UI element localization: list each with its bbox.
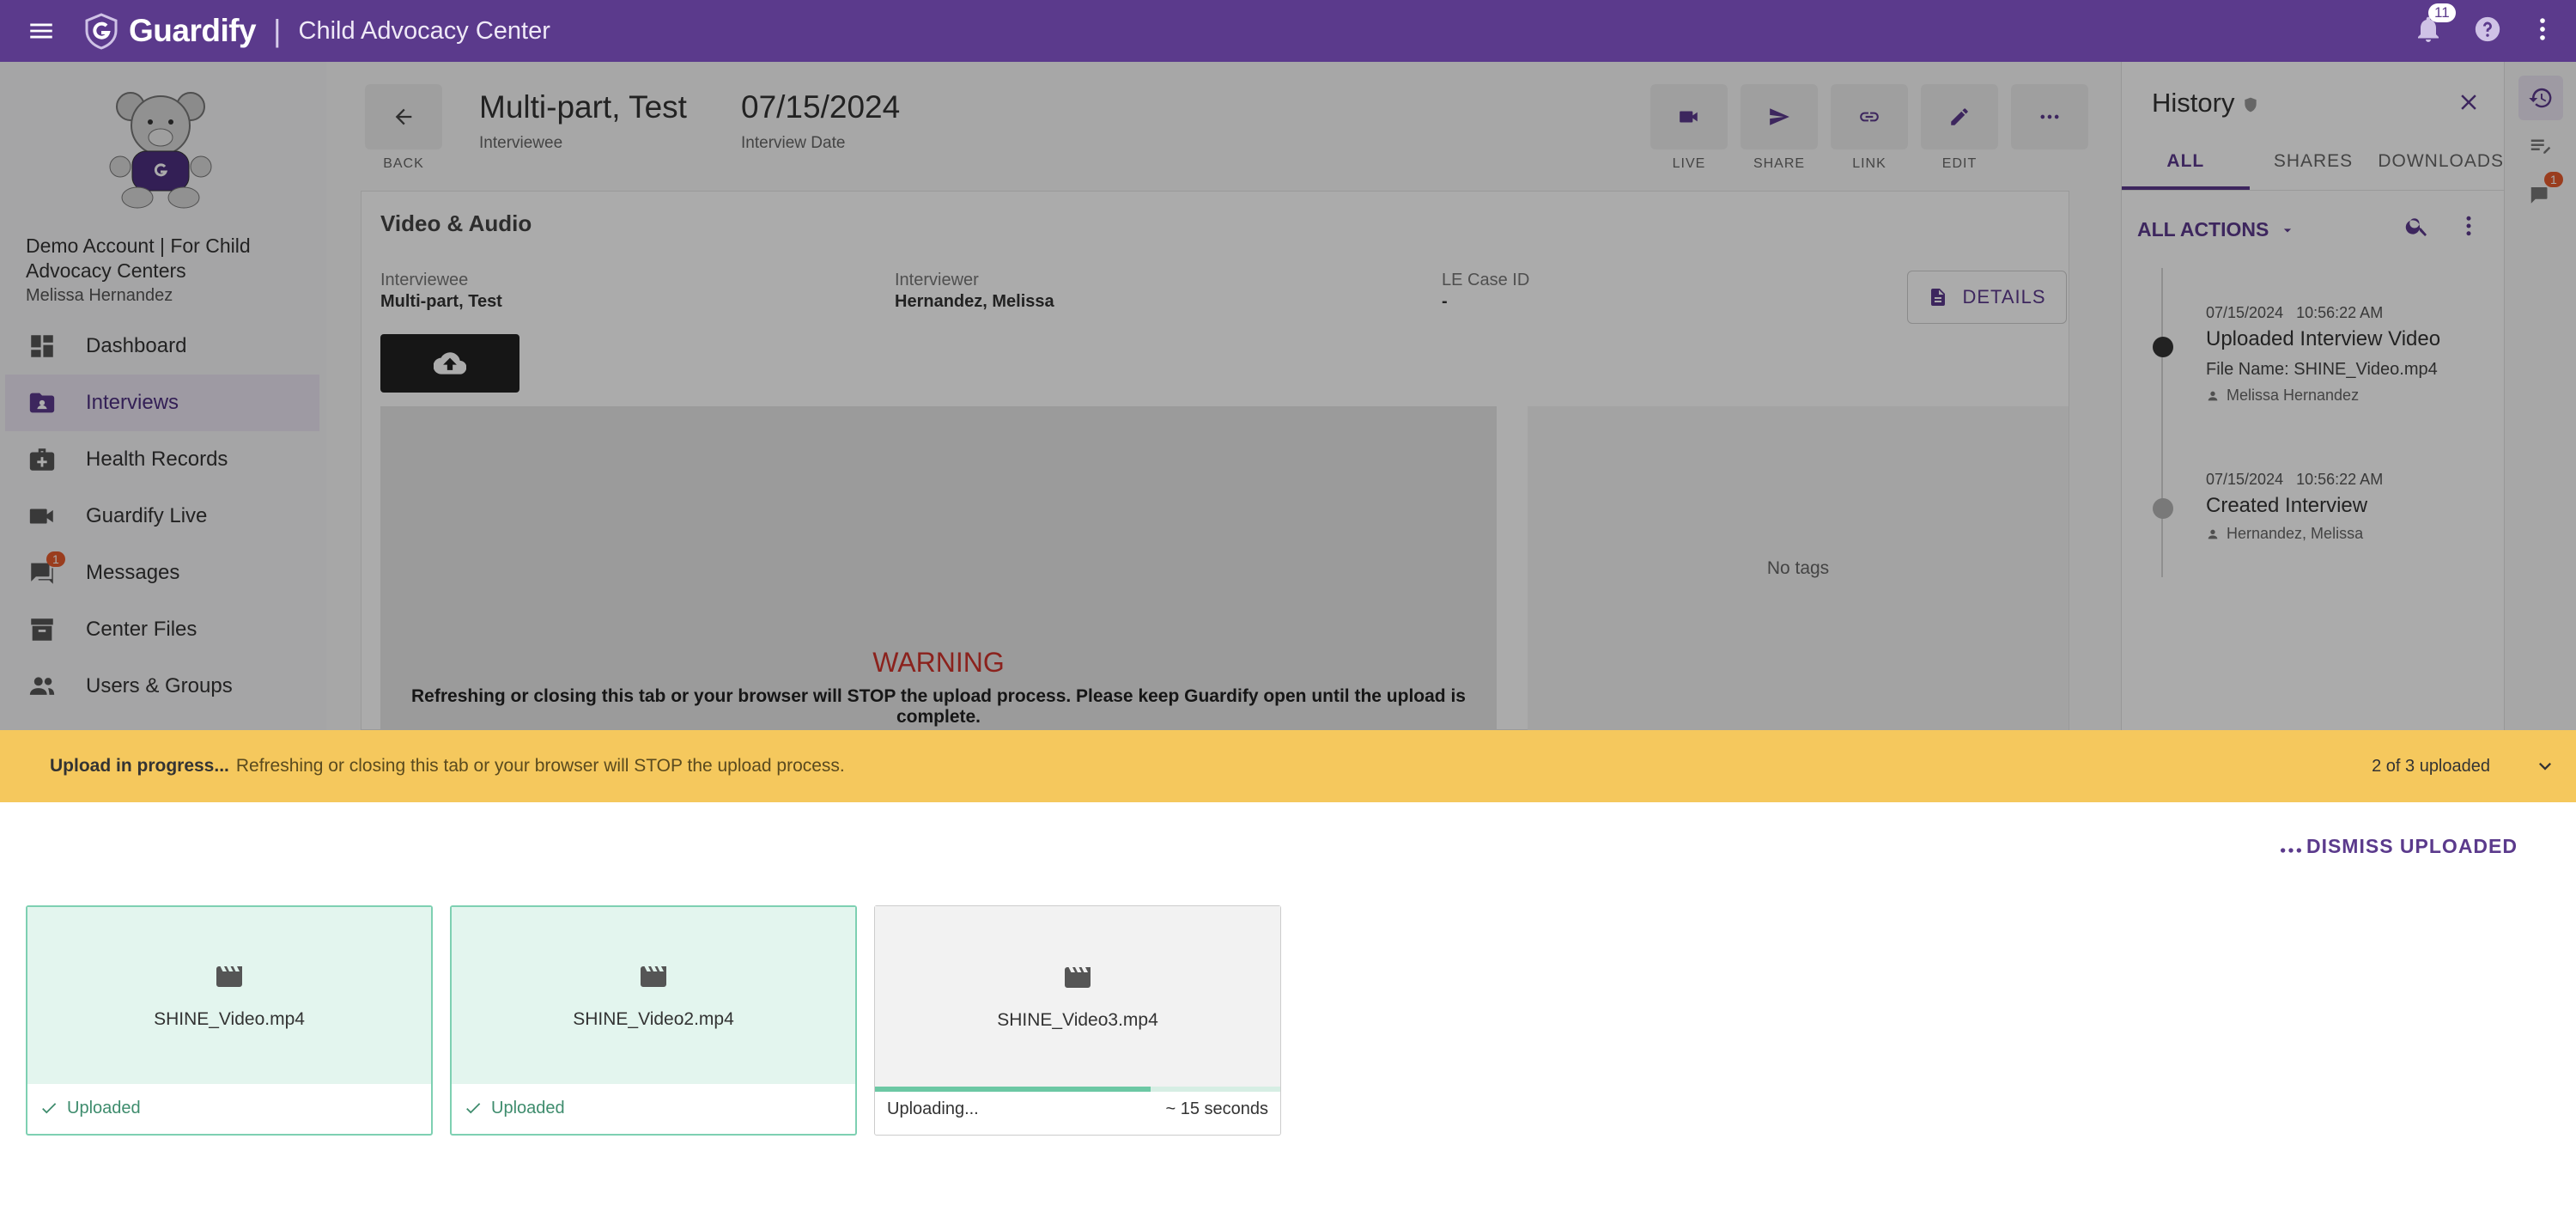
hamburger-menu-button[interactable] (0, 0, 82, 62)
hamburger-menu-icon (30, 23, 52, 39)
modal-backdrop[interactable] (0, 62, 2576, 730)
upload-file-card[interactable]: SHINE_Video.mp4 Uploaded (26, 905, 433, 1136)
upload-file-card[interactable]: SHINE_Video3.mp4 Uploading... ~ 15 secon… (874, 905, 1281, 1136)
more-vertical-icon (2540, 17, 2545, 40)
upload-more-button[interactable] (2277, 837, 2305, 868)
check-icon (466, 1103, 481, 1114)
movie-clapper-icon (216, 966, 242, 987)
dismiss-uploaded-button[interactable]: DISMISS UPLOADED (2306, 835, 2518, 858)
file-status-text: Uploaded (491, 1098, 565, 1118)
notifications-button[interactable]: 11 (2413, 3, 2456, 48)
org-name: Child Advocacy Center (298, 16, 550, 45)
file-status: Uploading... ~ 15 seconds (875, 1083, 1280, 1135)
movie-clapper-icon (641, 966, 666, 987)
collapse-upload-button[interactable] (2533, 754, 2557, 783)
movie-clapper-icon (1065, 967, 1091, 988)
file-preview: SHINE_Video2.mp4 (452, 907, 855, 1084)
brand[interactable]: Guardify | Child Advocacy Center (82, 12, 550, 50)
upload-file-card[interactable]: SHINE_Video2.mp4 Uploaded (450, 905, 857, 1136)
banner-text: Refreshing or closing this tab or your b… (235, 756, 845, 776)
file-name: SHINE_Video2.mp4 (573, 1009, 734, 1029)
upload-count: 2 of 3 uploaded (2372, 756, 2490, 776)
upload-progress-banner: Upload in progress... Refreshing or clos… (0, 730, 2576, 802)
file-eta: ~ 15 seconds (1165, 1099, 1268, 1118)
file-name: SHINE_Video3.mp4 (997, 1010, 1158, 1030)
brand-name: Guardify (129, 13, 257, 48)
file-preview: SHINE_Video3.mp4 (875, 906, 1280, 1087)
notifications-count-badge: 11 (2428, 3, 2456, 22)
upload-panel: DISMISS UPLOADED SHINE_Video.mp4 Uploade… (0, 802, 2576, 1218)
check-icon (42, 1103, 57, 1114)
file-status: Uploaded (27, 1082, 431, 1134)
app-more-button[interactable] (2528, 15, 2557, 48)
file-status: Uploaded (452, 1082, 855, 1134)
file-status-text: Uploaded (67, 1098, 141, 1118)
top-app-bar: Guardify | Child Advocacy Center 11 (0, 0, 2576, 62)
more-horizontal-icon (2281, 848, 2301, 853)
help-button[interactable] (2473, 15, 2502, 48)
banner-lead: Upload in progress... (50, 756, 229, 776)
file-name: SHINE_Video.mp4 (154, 1009, 305, 1029)
file-status-text: Uploading... (887, 1099, 979, 1118)
chevron-down-icon (2539, 763, 2551, 770)
help-circle-icon (2475, 16, 2500, 41)
brand-separator: | (273, 13, 282, 48)
guardify-logo-icon (85, 13, 118, 50)
file-preview: SHINE_Video.mp4 (27, 907, 431, 1084)
